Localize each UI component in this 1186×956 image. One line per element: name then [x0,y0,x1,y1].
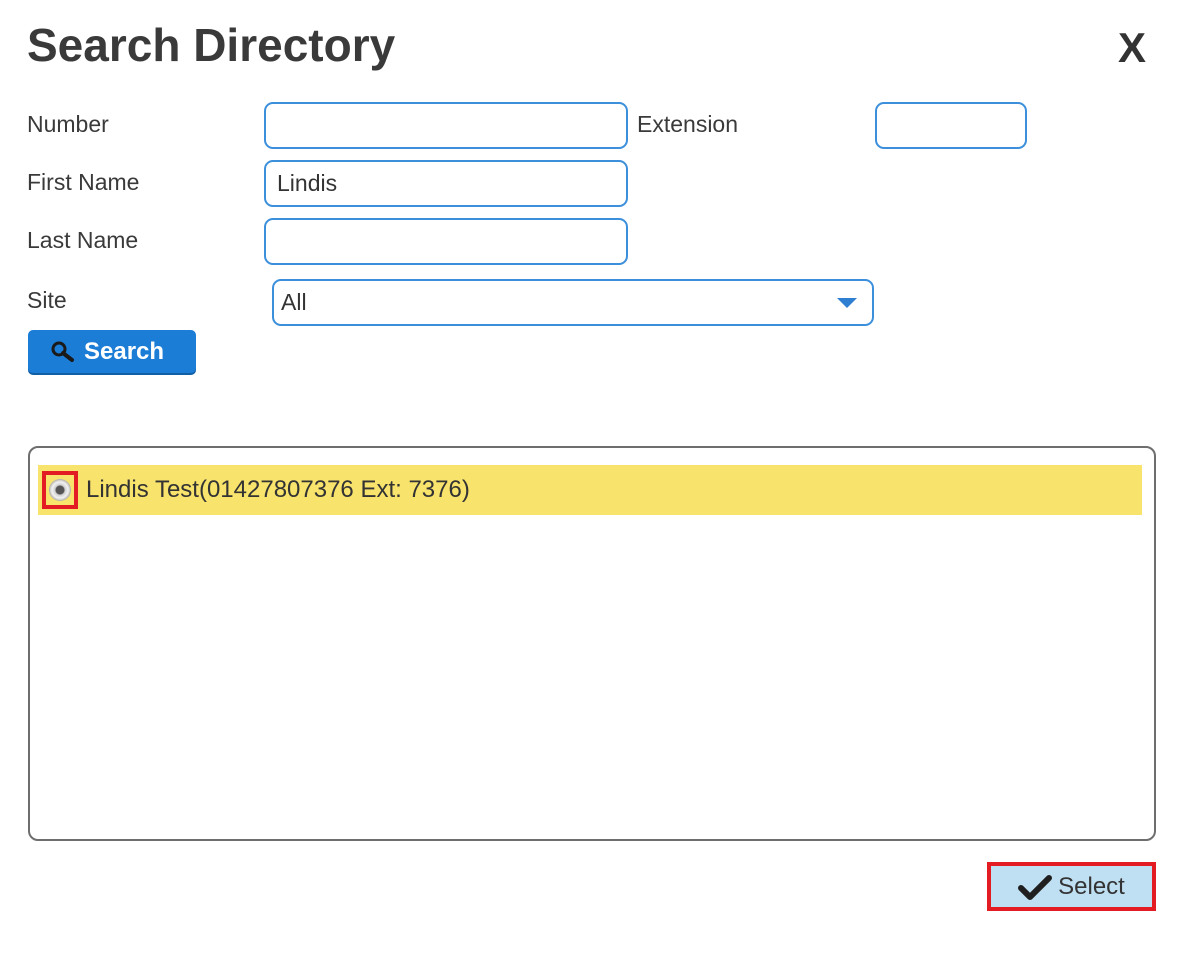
site-select-value: All [281,289,307,315]
search-button-label: Search [84,337,165,365]
result-radio[interactable] [50,480,70,500]
number-input[interactable] [264,102,628,149]
chevron-down-icon [837,297,857,308]
results-list[interactable]: Lindis Test(01427807376 Ext: 7376) [28,446,1156,841]
last-name-label: Last Name [27,227,139,253]
site-select[interactable]: All [272,279,874,326]
search-button[interactable]: Search [28,330,196,373]
first-name-label: First Name [27,169,140,195]
extension-label: Extension [637,111,739,137]
search-directory-dialog: Search Directory X Number Extension Firs… [0,0,1186,956]
result-text: Lindis Test(01427807376 Ext: 7376) [86,476,470,503]
select-button-highlight: Select [987,862,1156,911]
list-item[interactable]: Lindis Test(01427807376 Ext: 7376) [38,465,1142,515]
close-button[interactable]: X [1118,24,1146,72]
search-icon [51,341,74,362]
result-radio-highlight[interactable] [42,471,78,509]
dialog-title: Search Directory [27,19,396,71]
first-name-input[interactable] [264,160,628,207]
site-label: Site [27,287,67,313]
last-name-input[interactable] [264,218,628,265]
number-label: Number [27,111,109,137]
select-button[interactable]: Select [991,866,1152,907]
select-button-label: Select [1058,872,1125,900]
checkmark-icon [1018,874,1053,900]
extension-input[interactable] [875,102,1027,149]
